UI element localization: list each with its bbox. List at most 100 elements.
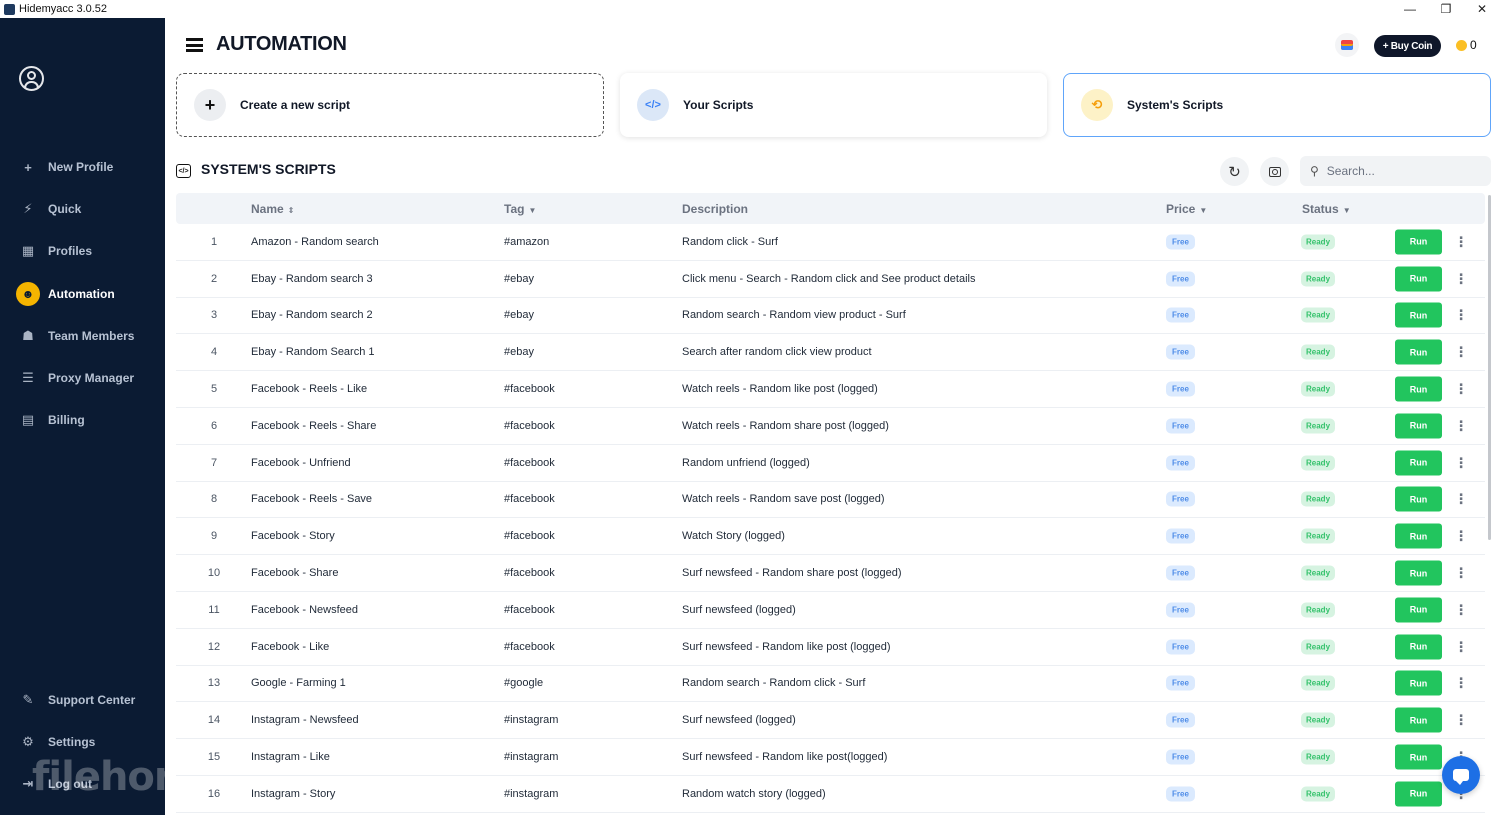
run-button[interactable]: Run xyxy=(1395,634,1442,660)
table-row[interactable]: 1 Amazon - Random search #amazon Random cli… xyxy=(176,224,1485,261)
more-options-icon[interactable]: ⋮ xyxy=(1454,344,1468,361)
more-options-icon[interactable]: ⋮ xyxy=(1454,454,1468,471)
column-header-name[interactable]: Name ⇕ xyxy=(251,202,294,216)
more-options-icon[interactable]: ⋮ xyxy=(1454,270,1468,287)
price-badge: Free xyxy=(1166,418,1195,434)
run-button[interactable]: Run xyxy=(1395,744,1442,770)
close-button[interactable]: ✕ xyxy=(1464,0,1500,18)
sidebar-item-new-profile[interactable]: + New Profile xyxy=(16,154,156,180)
run-button[interactable]: Run xyxy=(1395,339,1442,365)
more-options-icon[interactable]: ⋮ xyxy=(1454,565,1468,582)
your-scripts-card[interactable]: </> Your Scripts xyxy=(620,73,1047,137)
more-options-icon[interactable]: ⋮ xyxy=(1454,491,1468,508)
table-row[interactable]: 11 Facebook - Newsfeed #facebook Surf newsf… xyxy=(176,592,1485,629)
run-button[interactable]: Run xyxy=(1395,376,1442,402)
avatar[interactable] xyxy=(19,66,44,91)
script-name: Facebook - Reels - Like xyxy=(251,383,368,396)
script-tag: #instagram xyxy=(504,714,559,727)
run-button[interactable]: Run xyxy=(1395,707,1442,733)
run-button[interactable]: Run xyxy=(1395,523,1442,549)
more-options-icon[interactable]: ⋮ xyxy=(1454,601,1468,618)
script-name: Facebook - Story xyxy=(251,530,335,543)
table-row[interactable]: 5 Facebook - Reels - Like #facebook Watch r… xyxy=(176,371,1485,408)
more-options-icon[interactable]: ⋮ xyxy=(1454,233,1468,250)
sidebar-item-settings[interactable]: ⚙ Settings xyxy=(16,729,156,755)
run-button[interactable]: Run xyxy=(1395,597,1442,623)
price-badge: Free xyxy=(1166,639,1195,655)
row-index: 3 xyxy=(210,309,218,322)
column-header-tag[interactable]: Tag ▼ xyxy=(504,202,536,216)
view-toggle-button[interactable] xyxy=(1260,157,1289,186)
table-row[interactable]: 7 Facebook - Unfriend #facebook Random unfr… xyxy=(176,445,1485,482)
row-index: 4 xyxy=(210,346,218,359)
row-index: 8 xyxy=(210,493,218,506)
script-tag: #ebay xyxy=(504,346,534,359)
script-name: Facebook - Unfriend xyxy=(251,456,351,469)
sidebar-item-billing[interactable]: ▤ Billing xyxy=(16,407,156,433)
run-button[interactable]: Run xyxy=(1395,266,1442,292)
refresh-button[interactable]: ↻ xyxy=(1220,157,1249,186)
more-options-icon[interactable]: ⋮ xyxy=(1454,638,1468,655)
more-options-icon[interactable]: ⋮ xyxy=(1454,307,1468,324)
card-label: Create a new script xyxy=(240,98,351,112)
sidebar-item-label: Automation xyxy=(48,287,115,301)
table-row[interactable]: 12 Facebook - Like #facebook Surf newsfeed … xyxy=(176,629,1485,666)
server-icon: ☰ xyxy=(22,370,34,385)
run-button[interactable]: Run xyxy=(1395,486,1442,512)
table-row[interactable]: 14 Instagram - Newsfeed #instagram Surf new… xyxy=(176,702,1485,740)
script-description: Random search - Random view product - Su… xyxy=(682,309,906,322)
column-header-price[interactable]: Price ▼ xyxy=(1166,202,1207,216)
sidebar-item-proxy-manager[interactable]: ☰ Proxy Manager xyxy=(16,365,156,391)
sidebar-item-quick[interactable]: ⚡ Quick xyxy=(16,196,156,222)
script-tag: #ebay xyxy=(504,309,534,322)
more-options-icon[interactable]: ⋮ xyxy=(1454,417,1468,434)
script-description: Surf newsfeed - Random like post (logged… xyxy=(682,640,891,653)
more-options-icon[interactable]: ⋮ xyxy=(1454,528,1468,545)
status-badge: Ready xyxy=(1301,786,1336,802)
run-button[interactable]: Run xyxy=(1395,560,1442,586)
sidebar: + New Profile ⚡ Quick ▦ Profiles ☻ Autom… xyxy=(0,18,283,815)
table-row[interactable]: 15 Instagram - Like #instagram Surf newsfee… xyxy=(176,739,1485,776)
sidebar-item-automation[interactable]: ☻ Automation xyxy=(16,281,156,307)
system-scripts-card[interactable]: ⟲ System's Scripts xyxy=(1063,73,1491,137)
menu-toggle-icon[interactable] xyxy=(186,38,203,52)
table-row[interactable]: 16 Instagram - Story #instagram Random watc… xyxy=(176,776,1485,813)
sidebar-item-team-members[interactable]: ☗ Team Members xyxy=(16,323,156,349)
script-name: Facebook - Share xyxy=(251,567,339,580)
search-icon: ⚲ xyxy=(1310,164,1319,178)
minimize-button[interactable]: — xyxy=(1392,0,1428,18)
receipt-icon: ▤ xyxy=(21,412,35,427)
table-row[interactable]: 6 Facebook - Reels - Share #facebook Watch … xyxy=(176,408,1485,445)
table-row[interactable]: 4 Ebay - Random Search 1 #ebay Search after… xyxy=(176,334,1485,372)
more-options-icon[interactable]: ⋮ xyxy=(1454,712,1468,729)
table-row[interactable]: 13 Google - Farming 1 #google Random search… xyxy=(176,666,1485,703)
table-row[interactable]: 9 Facebook - Story #facebook Watch Story (l… xyxy=(176,518,1485,556)
buy-coin-button[interactable]: + Buy Coin xyxy=(1374,35,1441,57)
search-input[interactable] xyxy=(1326,164,1477,178)
run-button[interactable]: Run xyxy=(1395,229,1442,255)
status-badge: Ready xyxy=(1301,675,1336,691)
store-icon[interactable] xyxy=(1335,33,1359,57)
scrollbar[interactable] xyxy=(1488,195,1491,540)
run-button[interactable]: Run xyxy=(1395,670,1442,696)
run-button[interactable]: Run xyxy=(1395,302,1442,328)
row-index: 10 xyxy=(207,567,221,580)
script-tag: #instagram xyxy=(504,751,559,764)
script-description: Random unfriend (logged) xyxy=(682,456,810,469)
table-row[interactable]: 3 Ebay - Random search 2 #ebay Random searc… xyxy=(176,298,1485,335)
script-tag: #facebook xyxy=(504,567,555,580)
table-row[interactable]: 10 Facebook - Share #facebook Surf newsfeed… xyxy=(176,555,1485,592)
create-script-card[interactable]: + Create a new script xyxy=(176,73,604,137)
sidebar-item-profiles[interactable]: ▦ Profiles xyxy=(16,238,156,264)
run-button[interactable]: Run xyxy=(1395,450,1442,476)
table-row[interactable]: 8 Facebook - Reels - Save #facebook Watch r… xyxy=(176,482,1485,519)
column-header-status[interactable]: Status ▼ xyxy=(1302,202,1351,216)
more-options-icon[interactable]: ⋮ xyxy=(1454,381,1468,398)
run-button[interactable]: Run xyxy=(1395,781,1442,807)
table-row[interactable]: 2 Ebay - Random search 3 #ebay Click menu -… xyxy=(176,261,1485,298)
run-button[interactable]: Run xyxy=(1395,413,1442,439)
more-options-icon[interactable]: ⋮ xyxy=(1454,675,1468,692)
sidebar-item-support-center[interactable]: ✎ Support Center xyxy=(16,687,156,713)
restore-button[interactable]: ❐ xyxy=(1428,0,1464,18)
chat-button[interactable] xyxy=(1442,756,1480,794)
